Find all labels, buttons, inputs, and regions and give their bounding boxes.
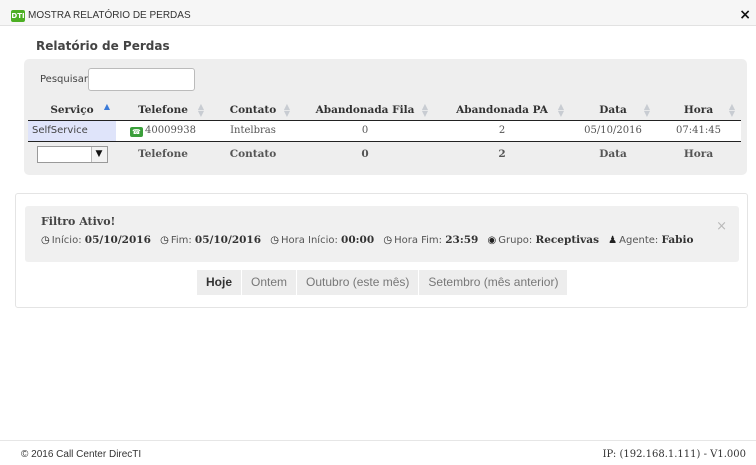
clock-icon: ◷ [160,235,169,246]
search-label: Pesquisar: [40,74,92,85]
losses-table: Serviço ▲ Telefone ▲ ▼ Contato ▲ ▼ Abandonada… [28,100,741,167]
clock-icon: ◷ [41,235,50,246]
footer-abandonada-pa-total: 2 [434,140,570,167]
cell-servico: SelfService [28,120,116,141]
window-titlebar: DTI MOSTRA RELATÓRIO DE PERDAS × [0,0,756,26]
cell-contato: Intelbras [210,120,296,141]
cell-abandonada-fila: 0 [296,120,434,141]
sort-icon: ▲ ▼ [557,102,564,118]
table-footer-row: ▼ Telefone Contato 0 2 Data Hora [28,140,741,167]
active-filter-alert: Filtro Ativo! ◷ Início: 05/10/2016 ◷ Fim: … [25,206,739,262]
sort-icon: ▲ ▼ [728,102,735,118]
user-icon: ♟ [608,235,618,246]
sort-icon: ▲ ▼ [283,102,290,118]
footer-contato: Contato [210,140,296,167]
ip-version-text: IP: (192.168.1.111) - V1.000 [602,449,746,460]
report-panel: Pesquisar: Serviço ▲ Telefone ▲ ▼ Contato ▲ ▼… [24,59,747,175]
page-title: Relatório de Perdas [36,39,170,53]
servico-filter-cell: ▼ [28,140,116,167]
copyright-text: © 2016 Call Center DirecTI [21,449,142,460]
sort-icon: ▲ ▼ [197,102,204,118]
current-month-button[interactable]: Outubro (este mês) [296,270,419,295]
filter-fim-value: 05/10/2016 [194,234,262,246]
page-footer: © 2016 Call Center DirecTI IP: (192.168.… [0,440,756,465]
close-window-button[interactable]: × [739,8,751,22]
footer-telefone: Telefone [116,140,210,167]
alert-title: Filtro Ativo! [41,215,116,228]
clock-icon: ◷ [270,235,279,246]
footer-abandonada-fila-total: 0 [296,140,434,167]
date-range-buttons: Hoje Ontem Outubro (este mês) Setembro (… [197,270,568,295]
clock-icon: ◷ [383,235,393,246]
footer-hora: Hora [656,140,741,167]
servico-filter-select[interactable]: ▼ [36,145,108,163]
column-header-abandonada-pa[interactable]: Abandonada PA ▲ ▼ [434,100,570,121]
column-header-abandonada-fila[interactable]: Abandonada Fila ▲ ▼ [296,100,434,121]
sort-icon: ▲ ▼ [643,102,650,118]
column-header-hora[interactable]: Hora ▲ ▼ [656,100,741,121]
filter-details: ◷ Início: 05/10/2016 ◷ Fim: 05/10/2016 ◷ Ho… [41,234,694,246]
table-row[interactable]: SelfService ☎ 40009938 Intelbras 0 2 05/1… [28,120,741,141]
previous-month-button[interactable]: Setembro (mês anterior) [418,270,568,295]
footer-data: Data [570,140,656,167]
app-logo-icon: DTI [11,10,25,22]
cell-abandonada-pa: 2 [434,120,570,141]
filter-inicio-value: 05/10/2016 [84,234,151,246]
phone-icon: ☎ [130,126,144,137]
globe-icon: ◉ [487,235,497,246]
filter-agente-value: Fabio [661,234,694,246]
window-title: MOSTRA RELATÓRIO DE PERDAS [28,10,191,21]
table-header-row: Serviço ▲ Telefone ▲ ▼ Contato ▲ ▼ Abandonada… [28,100,741,121]
search-input[interactable] [88,68,195,91]
yesterday-button[interactable]: Ontem [241,270,297,295]
column-header-servico[interactable]: Serviço ▲ [28,100,116,121]
column-header-data[interactable]: Data ▲ ▼ [570,100,656,121]
cell-telefone: ☎ 40009938 [116,120,210,141]
cell-data: 05/10/2016 [570,120,656,141]
filter-grupo-value: Receptivas [535,234,599,246]
column-header-telefone[interactable]: Telefone ▲ ▼ [116,100,210,121]
column-header-contato[interactable]: Contato ▲ ▼ [210,100,296,121]
filter-hora-fim-value: 23:59 [445,234,479,246]
sort-icon: ▲ ▼ [421,102,428,118]
chevron-down-icon: ▼ [90,146,107,162]
sort-ascending-icon: ▲ [103,102,110,111]
today-button[interactable]: Hoje [197,270,242,295]
cell-hora: 07:41:45 [656,120,741,141]
filter-section: Filtro Ativo! ◷ Início: 05/10/2016 ◷ Fim: … [15,193,748,308]
close-alert-button[interactable]: × [716,219,727,234]
filter-hora-inicio-value: 00:00 [341,234,375,246]
